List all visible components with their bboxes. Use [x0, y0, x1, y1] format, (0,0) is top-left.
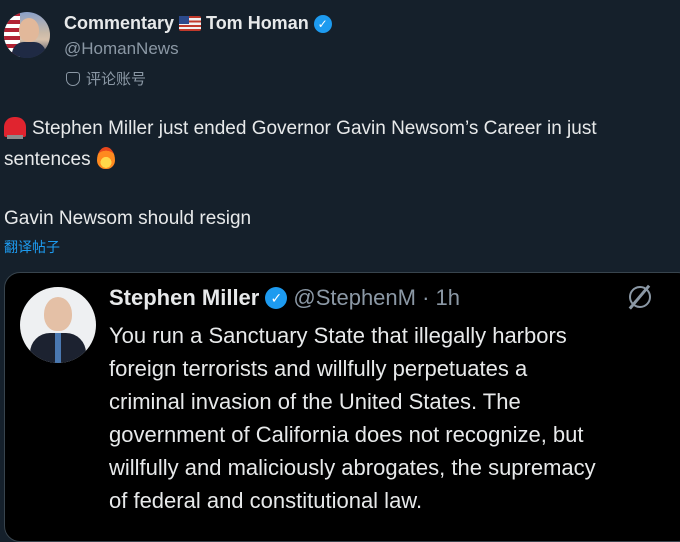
fire-icon — [96, 147, 115, 169]
quoted-avatar-tie — [55, 333, 61, 363]
quoted-header: Stephen Miller ✓ @StephenM · 1h — [109, 285, 460, 311]
quoted-line: willfully and maliciously abrogates, the… — [109, 455, 596, 480]
quoted-line: You run a Sanctuary State that illegally… — [109, 323, 567, 348]
siren-icon — [4, 117, 26, 139]
quoted-post[interactable]: Stephen Miller ✓ @StephenM · 1h You run … — [4, 272, 680, 542]
grok-icon[interactable] — [629, 286, 651, 308]
quoted-line: foreign terrorists and willfully perpetu… — [109, 356, 528, 381]
post-text: Stephen Miller just ended Governor Gavin… — [4, 113, 680, 234]
us-flag-icon — [179, 16, 202, 31]
author-handle[interactable]: @HomanNews — [64, 39, 179, 59]
avatar-face — [19, 18, 39, 42]
quoted-author-avatar[interactable] — [20, 287, 96, 363]
post-line-2-text: sentences — [4, 149, 91, 170]
post-line-1-text: Stephen Miller just ended Governor Gavin… — [32, 118, 597, 139]
verified-badge-icon: ✓ — [313, 14, 332, 33]
author-name-suffix: Tom Homan — [206, 13, 309, 33]
account-label-text: 评论账号 — [86, 71, 147, 88]
quoted-line: of federal and constitutional law. — [109, 488, 423, 513]
post-line-1: Stephen Miller just ended Governor Gavin… — [4, 113, 680, 144]
quoted-handle-time[interactable]: @StephenM · 1h — [293, 285, 460, 311]
author-name-prefix: Commentary — [64, 13, 175, 33]
translate-post-link[interactable]: 翻译帖子 — [4, 237, 60, 257]
verified-badge-icon: ✓ — [265, 287, 288, 309]
quoted-avatar-face — [44, 297, 72, 331]
account-label: 评论账号 — [66, 68, 146, 89]
quoted-line: government of California does not recogn… — [109, 422, 584, 447]
post-line-3: Gavin Newsom should resign — [4, 208, 252, 229]
author-name[interactable]: Commentary Tom Homan ✓ — [64, 13, 332, 34]
author-avatar[interactable] — [4, 12, 50, 58]
post-line-2: sentences — [4, 144, 680, 175]
quoted-text: You run a Sanctuary State that illegally… — [109, 319, 680, 517]
quoted-line: criminal invasion of the United States. … — [109, 389, 521, 414]
avatar-suit — [12, 42, 46, 58]
quoted-author-name[interactable]: Stephen Miller — [109, 285, 259, 311]
mask-icon — [66, 71, 80, 86]
